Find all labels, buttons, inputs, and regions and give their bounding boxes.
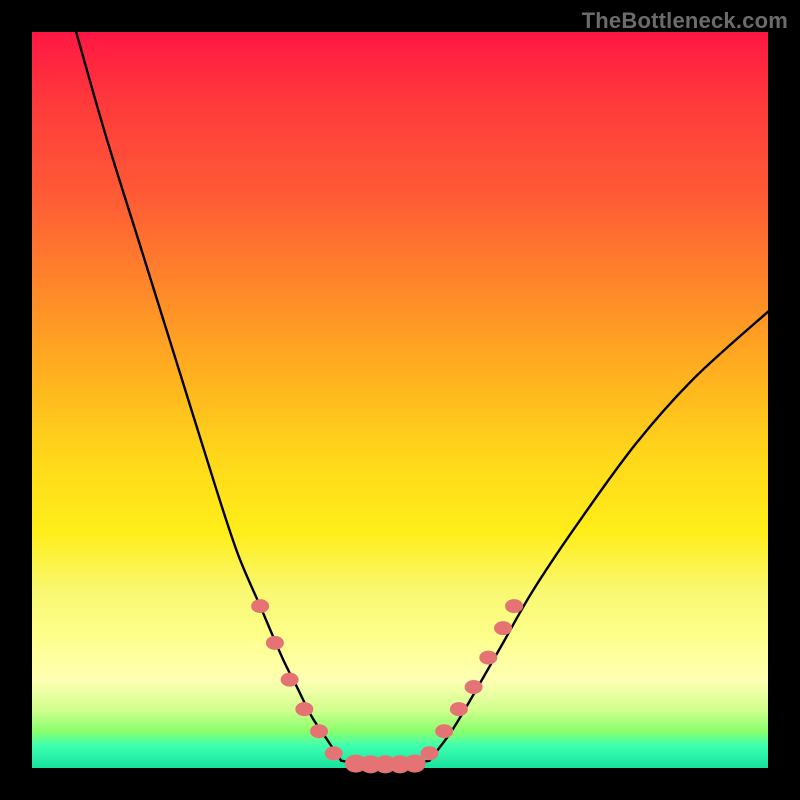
marker-dot [310, 724, 328, 738]
marker-dot [266, 636, 284, 650]
chart-overlay [32, 32, 768, 768]
chart-frame: TheBottleneck.com [0, 0, 800, 800]
marker-dot [505, 599, 523, 613]
watermark-label: TheBottleneck.com [582, 8, 788, 34]
marker-dot [465, 680, 483, 694]
marker-group-right [420, 599, 523, 760]
marker-dot [435, 724, 453, 738]
marker-dot [295, 702, 313, 716]
marker-group-trough [345, 755, 426, 774]
marker-dot [325, 746, 343, 760]
marker-dot [494, 621, 512, 635]
marker-dot [450, 702, 468, 716]
curve-right-ascent [429, 312, 768, 761]
marker-dot [251, 599, 269, 613]
marker-group-left [251, 599, 343, 760]
marker-dot [479, 651, 497, 665]
marker-dot [281, 673, 299, 687]
marker-dot [420, 746, 438, 760]
curve-left-descent [76, 32, 341, 761]
